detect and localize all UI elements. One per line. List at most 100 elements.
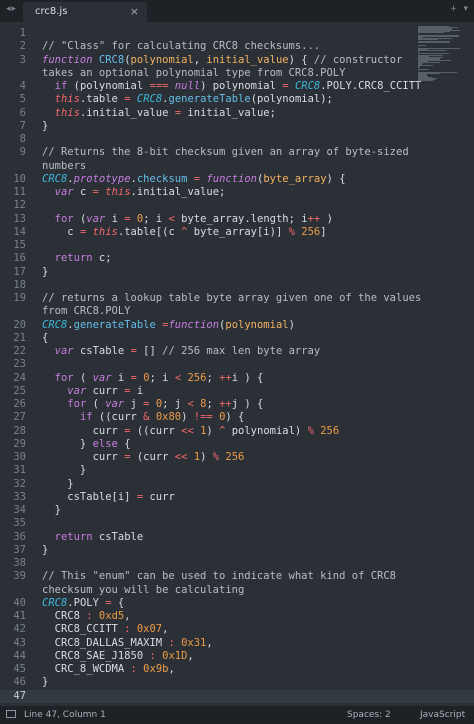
- line-number: 24: [13, 371, 26, 384]
- code-token: 0x80: [155, 411, 182, 424]
- code-token: 256: [225, 451, 245, 463]
- code-token: .table[(c: [117, 225, 182, 238]
- code-line[interactable]: if (polynomial === null) polynomial = CR…: [42, 80, 422, 93]
- code-line[interactable]: }: [42, 120, 48, 133]
- code-token: 256: [320, 424, 340, 437]
- code-line[interactable]: // returns a lookup table byte array giv…: [42, 292, 421, 305]
- code-line[interactable]: return csTable: [42, 530, 144, 544]
- code-token: prototype: [73, 172, 131, 185]
- code-token: function: [42, 53, 93, 66]
- line-number: 12: [13, 199, 26, 212]
- code-line[interactable]: // This "enum" can be used to indicate w…: [42, 570, 396, 583]
- line-number: 34: [13, 504, 26, 516]
- code-line[interactable]: CRC8.generateTable =function(polynomial): [42, 319, 295, 332]
- code-line[interactable]: this.initial_value = initial_value;: [42, 107, 276, 120]
- code-line[interactable]: }: [42, 464, 86, 477]
- code-line[interactable]: var curr = i: [42, 385, 143, 398]
- code-line[interactable]: for (var i = 0; i < byte_array.length; i…: [42, 213, 333, 226]
- code-line[interactable]: }: [42, 544, 48, 557]
- code-token: checksum: [136, 172, 188, 185]
- tab-nav-arrows-icon[interactable]: ◂▸: [6, 4, 17, 14]
- tab-close-icon[interactable]: ×: [130, 5, 139, 18]
- code-line[interactable]: // "Class" for calculating CRC8 checksum…: [42, 40, 320, 53]
- line-number: 4: [19, 80, 26, 92]
- line-number: 45: [13, 663, 26, 675]
- code-line[interactable]: from CRC8.POLY: [42, 305, 131, 318]
- code-line[interactable]: for ( var j = 0; j < 8; ++j ) {: [42, 398, 263, 411]
- code-token: ((curr: [130, 424, 182, 437]
- code-line[interactable]: for ( var i = 0; i < 256; ++i ) {: [42, 371, 264, 385]
- code-token: .initial_value;: [130, 186, 226, 198]
- new-tab-icon[interactable]: +: [450, 4, 458, 14]
- code-line[interactable]: checksum you will be calculating: [42, 584, 244, 597]
- code-token: for: [54, 371, 74, 384]
- code-line[interactable]: }: [42, 478, 73, 491]
- indentation-setting[interactable]: Spaces: 2: [347, 710, 391, 720]
- tab-crc8-js[interactable]: crc8.js ×: [23, 2, 147, 22]
- line-number: 38: [13, 557, 26, 569]
- code-line[interactable]: if ((curr & 0x80) !== 0) {: [42, 411, 244, 424]
- code-token: }: [42, 543, 49, 556]
- minimap[interactable]: [418, 23, 468, 83]
- code-token: ((curr: [92, 411, 144, 424]
- code-line[interactable]: var c = this.initial_value;: [42, 186, 226, 199]
- code-line[interactable]: takes an optional polynomial type from C…: [42, 67, 345, 80]
- code-line[interactable]: }: [42, 504, 61, 517]
- code-line[interactable]: // Returns the 8-bit checksum given an a…: [42, 146, 409, 159]
- code-line[interactable]: }: [42, 676, 48, 689]
- code-token: ,: [124, 610, 131, 622]
- code-token: .POLY.CRC8_CCITT: [320, 80, 422, 92]
- code-line[interactable]: } else {: [42, 438, 131, 451]
- code-line[interactable]: numbers: [42, 160, 86, 173]
- line-number: 31: [13, 464, 26, 477]
- code-token: []: [136, 345, 163, 357]
- code-line[interactable]: CRC8_DALLAS_MAXIM : 0x31,: [42, 637, 213, 650]
- cursor-position: Line 47, Column 1: [24, 710, 106, 720]
- tab-actions: + ▾: [444, 4, 468, 14]
- code-token: for: [54, 212, 74, 225]
- code-token: this: [54, 93, 80, 106]
- minimap-row: [418, 35, 459, 37]
- code-line[interactable]: c = this.table[(c ^ byte_array[i)] % 256…: [42, 225, 326, 239]
- line-number-gutter: 1 2 3 4 5 6 7 8 9 10 11 12 13 14 15 16 17 18 19 20 21 22 23 24 2…: [0, 23, 34, 706]
- code-token: ; i: [143, 212, 169, 225]
- line-number: 25: [13, 384, 26, 397]
- minimap-row: [418, 68, 430, 70]
- code-token: polynomial: [130, 53, 194, 66]
- tab-menu-icon[interactable]: ▾: [463, 4, 468, 14]
- code-line[interactable]: function CRC8(polynomial, initial_value)…: [42, 54, 402, 67]
- code-line[interactable]: curr = (curr << 1) % 256: [42, 451, 245, 464]
- code-line[interactable]: return c;: [42, 252, 112, 265]
- code-line[interactable]: curr = ((curr << 1) ^ polynomial) % 256: [42, 424, 340, 438]
- code-line[interactable]: CRC8_CCITT : 0x07,: [42, 623, 169, 636]
- syntax-selector[interactable]: JavaScript: [420, 710, 465, 720]
- code-line[interactable]: csTable[i] = curr: [42, 491, 174, 504]
- minimap-row: [418, 81, 419, 83]
- code-token: if: [54, 80, 68, 92]
- code-line[interactable]: var csTable = [] // 256 max len byte arr…: [42, 345, 321, 358]
- minimap-row: [418, 45, 419, 47]
- line-number: 30: [13, 451, 26, 463]
- code-line[interactable]: CRC8.POLY = {: [42, 597, 124, 610]
- line-number: 33: [13, 490, 26, 503]
- code-token: i ) {: [231, 371, 264, 384]
- code-line[interactable]: CRC8 : 0xd5,: [42, 610, 131, 623]
- code-token: csTable: [73, 345, 131, 357]
- code-line[interactable]: }: [42, 266, 48, 279]
- code-token: // returns a lookup table byte array giv…: [42, 292, 422, 304]
- code-token: {: [42, 331, 49, 344]
- code-editor[interactable]: 1 2 3 4 5 6 7 8 9 10 11 12 13 14 15 16 17 18 19 20 21 22 23 24 2…: [0, 23, 474, 706]
- code-line[interactable]: CRC8_SAE_J1850 : 0x1D,: [42, 650, 194, 663]
- code-line[interactable]: {: [42, 332, 48, 345]
- code-line[interactable]: CRC8.prototype.checksum = function(byte_…: [42, 173, 346, 186]
- code-token: return: [54, 530, 93, 543]
- minimap-row: [418, 50, 446, 52]
- code-line[interactable]: CRC_8_WCDMA : 0x9b,: [42, 663, 175, 676]
- code-token: ): [181, 411, 194, 424]
- panel-toggle-icon[interactable]: [6, 710, 16, 718]
- line-number: 39: [13, 570, 26, 583]
- line-number: 27: [13, 411, 26, 424]
- code-token: this: [105, 186, 131, 198]
- code-token: CRC8_CCITT: [42, 623, 125, 636]
- code-line[interactable]: this.table = CRC8.generateTable(polynomi…: [42, 93, 333, 106]
